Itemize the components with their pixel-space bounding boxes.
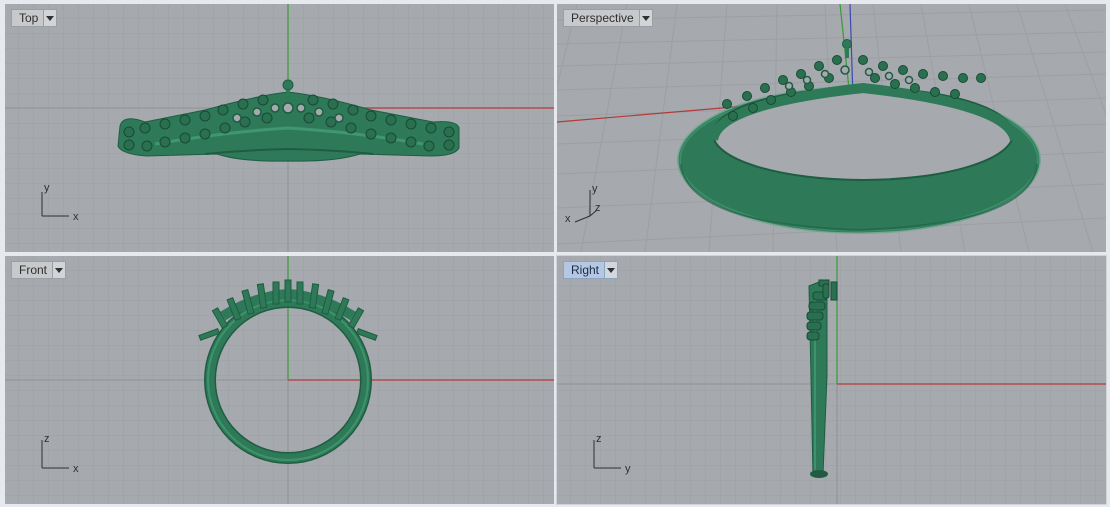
viewport-label-text: Right bbox=[563, 261, 606, 279]
viewport-title-perspective[interactable]: Perspective bbox=[563, 9, 653, 27]
axis-label-1: y bbox=[44, 182, 50, 194]
viewport-label-text: Perspective bbox=[563, 9, 640, 27]
viewport-label-text: Front bbox=[11, 261, 54, 279]
chevron-down-icon[interactable] bbox=[44, 9, 58, 27]
viewport-title-right[interactable]: Right bbox=[563, 261, 619, 279]
chevron-down-icon[interactable] bbox=[605, 261, 619, 279]
viewport-perspective[interactable]: y z x Perspective bbox=[557, 4, 1106, 252]
axis-label-1: y bbox=[592, 183, 598, 195]
viewport-right[interactable]: z y Right bbox=[556, 255, 1107, 505]
chevron-down-icon[interactable] bbox=[639, 9, 653, 27]
viewport-top-canvas[interactable]: y x bbox=[5, 4, 554, 252]
viewport-front[interactable]: z x Front bbox=[5, 256, 554, 504]
viewport-right-canvas[interactable]: z y bbox=[557, 256, 1106, 504]
viewport-perspective-canvas[interactable]: y z x bbox=[557, 4, 1106, 252]
axis-label-1: z bbox=[44, 433, 50, 445]
z-axis-line bbox=[849, 4, 854, 99]
viewport-title-top[interactable]: Top bbox=[11, 9, 58, 27]
viewport-title-front[interactable]: Front bbox=[11, 261, 67, 279]
axis-label-1: z bbox=[596, 433, 602, 445]
axis-label-3: x bbox=[565, 213, 571, 225]
axis-label-2: y bbox=[625, 463, 631, 475]
axis-label-2: x bbox=[73, 211, 79, 223]
viewport-front-canvas[interactable]: z x bbox=[5, 256, 554, 504]
viewport-label-text: Top bbox=[11, 9, 45, 27]
axis-label-2: z bbox=[595, 202, 601, 214]
viewport-top[interactable]: y x Top bbox=[5, 4, 554, 252]
chevron-down-icon[interactable] bbox=[53, 261, 67, 279]
axis-gizmo: y z x bbox=[565, 183, 601, 225]
axis-label-2: x bbox=[73, 463, 79, 475]
